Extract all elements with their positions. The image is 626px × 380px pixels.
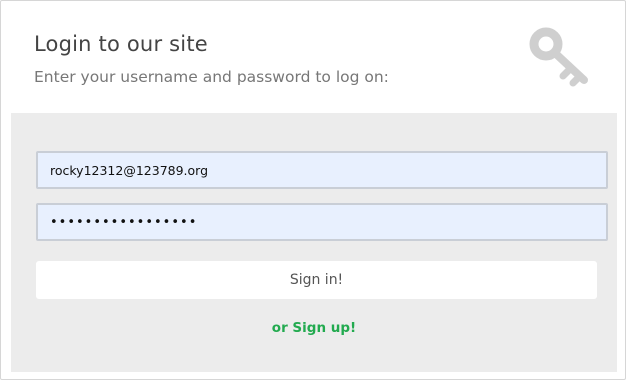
username-input[interactable] bbox=[36, 151, 608, 189]
login-form: Sign in! or Sign up! bbox=[11, 113, 617, 372]
sign-up-link[interactable]: or Sign up! bbox=[11, 320, 617, 336]
login-header: Login to our site Enter your username an… bbox=[11, 1, 617, 113]
page-subtitle: Enter your username and password to log … bbox=[34, 68, 389, 86]
password-input[interactable] bbox=[36, 203, 608, 241]
login-card: Login to our site Enter your username an… bbox=[0, 0, 626, 380]
key-icon bbox=[529, 27, 588, 87]
page-title: Login to our site bbox=[34, 32, 208, 56]
sign-in-button[interactable]: Sign in! bbox=[36, 261, 597, 299]
